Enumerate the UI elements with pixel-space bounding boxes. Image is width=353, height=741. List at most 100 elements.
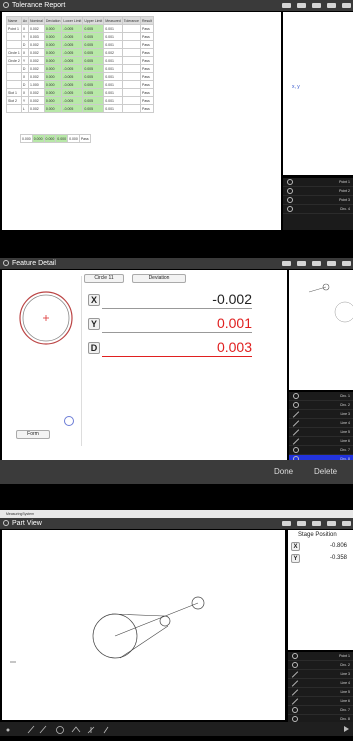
table-header-cell[interactable]: Ax <box>20 16 29 25</box>
feature-list-item[interactable]: Line 5 <box>288 688 353 697</box>
toolbar-icon-1[interactable] <box>282 521 291 526</box>
table-header-cell[interactable]: Result <box>139 16 154 25</box>
table-header-cell[interactable]: Measured <box>103 16 123 25</box>
stage-position-panel: Stage Position X -0.806 Y -0.358 <box>288 530 353 650</box>
feature-preview <box>289 270 353 390</box>
toolbar-icon-5[interactable] <box>342 3 351 8</box>
toolbar-icon-3[interactable] <box>312 3 321 8</box>
feature-list-item[interactable]: Line 4 <box>288 679 353 688</box>
feature-list-item[interactable]: Point 1 <box>288 652 353 661</box>
axis-value-y: 0.001 <box>216 315 252 331</box>
table-cell: 0.002 <box>27 88 45 97</box>
table-header-cell[interactable]: Deviation <box>43 16 63 25</box>
table-cell: 0.001 <box>103 64 123 73</box>
table-row[interactable]: Slot 1 X 0.002 0.000 -0.005 0.005 0.001 Pass <box>6 88 154 97</box>
table-header-cell[interactable]: Upper Limit <box>82 16 105 25</box>
table-row[interactable]: D 1.000 0.000 -0.005 0.005 0.001 Pass <box>6 80 154 89</box>
table-row[interactable]: Slot 2 Y 0.002 0.000 -0.005 0.005 0.001 Pass <box>6 96 154 105</box>
table-cell: -0.005 <box>61 32 84 41</box>
table-header-cell[interactable]: Tolerance <box>121 16 141 25</box>
delete-button[interactable]: Delete <box>314 467 337 476</box>
table-cell: -0.005 <box>61 80 84 89</box>
tolerance-title: Tolerance Report <box>12 2 66 9</box>
feature-list-label: Circ. 2 <box>339 403 350 407</box>
table-row[interactable]: X 0.002 0.000 -0.005 0.005 0.001 Pass <box>6 72 154 81</box>
circle-tool-icon[interactable] <box>56 726 64 734</box>
form-button[interactable]: Form <box>16 430 50 439</box>
toolbar-icon-2[interactable] <box>297 521 306 526</box>
table-cell: Y <box>20 56 29 65</box>
table-cell <box>121 32 141 41</box>
table-cell: 0.000 <box>43 24 63 33</box>
table-cell: -0.005 <box>61 88 84 97</box>
table-cell: Circle 1 <box>6 48 22 57</box>
feature-list-item[interactable]: Line 5 <box>289 428 353 437</box>
toolbar-icon-1[interactable] <box>282 3 291 8</box>
toolbar-icon-4[interactable] <box>327 3 336 8</box>
feature-list-item[interactable]: Point 1 <box>283 178 353 187</box>
feature-list-item[interactable]: Circ. 7 <box>289 446 353 455</box>
tab-circle[interactable]: Circle 11 <box>84 274 124 283</box>
feature-list-label: Line 6 <box>340 439 350 443</box>
toolbar-icon-3[interactable] <box>312 521 321 526</box>
play-icon[interactable] <box>344 726 349 732</box>
table-row[interactable]: D 0.002 0.000 -0.005 0.005 0.001 Pass <box>6 40 154 49</box>
feature-list-item[interactable]: Line 6 <box>288 697 353 706</box>
table-cell: 0.000 <box>43 88 63 97</box>
feature-list-item[interactable]: Line 6 <box>289 437 353 446</box>
toolbar-icon-2[interactable] <box>297 3 306 8</box>
point-tool-icon[interactable] <box>6 728 10 732</box>
feature-list-item[interactable]: Circ. 2 <box>288 661 353 670</box>
toolbar-icon-4[interactable] <box>327 261 336 266</box>
table-cell: 0.001 <box>103 56 123 65</box>
part-canvas[interactable] <box>2 530 285 720</box>
line-feature-icon <box>291 679 299 687</box>
table-row[interactable]: Circle 2 Y 0.002 0.000 -0.005 0.005 0.001 Pass <box>6 56 154 65</box>
toolbar-icon-1[interactable] <box>282 261 291 266</box>
feature-list-item[interactable]: Point 3 <box>283 196 353 205</box>
toolbar-icon-5[interactable] <box>342 261 351 266</box>
table-header-cell[interactable]: Lower Limit <box>61 16 84 25</box>
window-title: MeasuringSystem <box>6 512 35 516</box>
feature-list: Circ. 1 Circ. 2 Line 3 Line 4 Line 5 Line 6 Ci… <box>289 392 353 464</box>
line-tool-icon[interactable] <box>39 725 47 734</box>
table-row[interactable]: D 0.002 0.000 -0.005 0.005 0.001 Pass <box>6 64 154 73</box>
table-row[interactable]: L 0.002 0.000 -0.005 0.005 0.001 Pass <box>6 104 154 113</box>
feature-list-item[interactable]: Line 4 <box>289 419 353 428</box>
arc-tool-icon[interactable] <box>71 726 81 733</box>
toolbar-icon-3[interactable] <box>312 261 321 266</box>
tab-deviation[interactable]: Deviation <box>132 274 186 283</box>
app-logo-icon <box>3 520 9 527</box>
zoom-icon[interactable] <box>64 416 74 426</box>
table-row[interactable]: Point 1 X 0.002 0.000 -0.005 0.005 0.001 Pass <box>6 24 154 33</box>
table-row[interactable]: Y 0.003 0.000 -0.005 0.005 0.001 Pass <box>6 32 154 41</box>
feature-list-item[interactable]: Circ. 7 <box>288 706 353 715</box>
part-geometry <box>10 596 205 663</box>
circle-preview-panel: Form <box>6 276 82 446</box>
table-cell: Pass <box>139 64 154 73</box>
done-button[interactable]: Done <box>274 467 293 476</box>
distance-tool-icon[interactable] <box>103 726 109 734</box>
table-cell: -0.005 <box>61 72 84 81</box>
line-tool-icon[interactable] <box>27 725 35 734</box>
feature-bottom-bar: Done Delete <box>0 460 353 484</box>
toolbar-icon-4[interactable] <box>327 521 336 526</box>
feature-list-item[interactable]: Point 2 <box>283 187 353 196</box>
feature-list-item[interactable]: Line 3 <box>289 410 353 419</box>
table-header-cell[interactable]: Nominal <box>27 16 45 25</box>
feature-list-item[interactable]: Circ. 1 <box>289 392 353 401</box>
table-cell: 0.005 <box>82 96 105 105</box>
tolerance-preview: x, y <box>283 12 353 175</box>
feature-list-item[interactable]: Circ. 4 <box>283 205 353 214</box>
table-row[interactable]: Circle 1 X 0.002 0.000 -0.005 0.005 0.002 Pass <box>6 48 154 57</box>
tolerance-extra-row: 0.000 0.000 0.000 0.000 0.000 Pass <box>20 134 91 143</box>
feature-list-item[interactable]: Line 3 <box>288 670 353 679</box>
table-header-cell[interactable]: Name <box>6 16 22 25</box>
toolbar-icon-5[interactable] <box>342 521 351 526</box>
feature-list-label: Line 4 <box>340 421 350 425</box>
angle-tool-icon[interactable] <box>87 726 95 734</box>
feature-list-label: Line 6 <box>340 699 350 703</box>
toolbar-icon-2[interactable] <box>297 261 306 266</box>
feature-list-label: Line 5 <box>340 430 350 434</box>
feature-list-item[interactable]: Circ. 2 <box>289 401 353 410</box>
